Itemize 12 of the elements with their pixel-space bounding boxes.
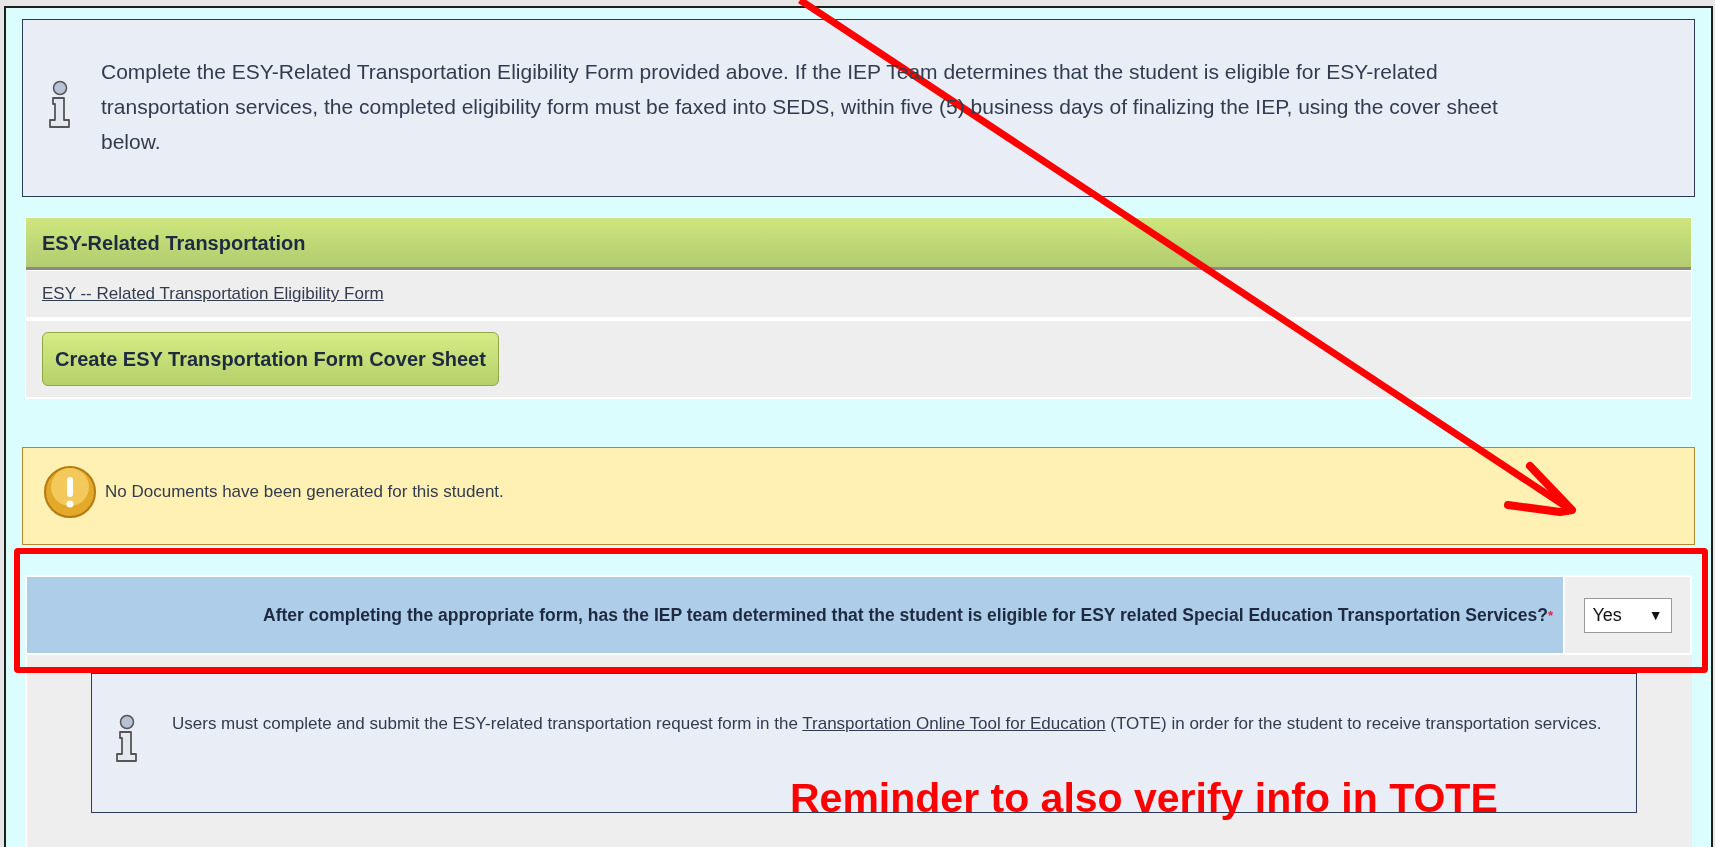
- tote-link[interactable]: Transportation Online Tool for Education: [802, 714, 1106, 733]
- warning-icon: [43, 465, 97, 519]
- select-value: Yes: [1592, 603, 1622, 627]
- eligibility-select[interactable]: Yes ▼: [1583, 597, 1672, 633]
- tote-info-text: Users must complete and submit the ESY-related transportation request form in the Transportation Online Tool for Education (TOTE) in order for the student to receive transportation services.: [172, 713, 1602, 735]
- caret-icon: ▼: [1648, 604, 1663, 626]
- annotation-text: Reminder to also verify info in TOTE: [790, 774, 1498, 823]
- create-cover-sheet-button[interactable]: Create ESY Transportation Form Cover Sheet: [42, 332, 499, 386]
- warning-text: No Documents have been generated for this student.: [105, 481, 504, 504]
- section-title: ESY-Related Transportation: [42, 230, 306, 256]
- question-text: After completing the appropriate form, has the IEP team determined that the student is eligible for ESY related Special Education Transportation Services?*: [263, 603, 1553, 627]
- eligibility-form-link[interactable]: ESY -- Related Transportation Eligibility Form: [42, 281, 384, 307]
